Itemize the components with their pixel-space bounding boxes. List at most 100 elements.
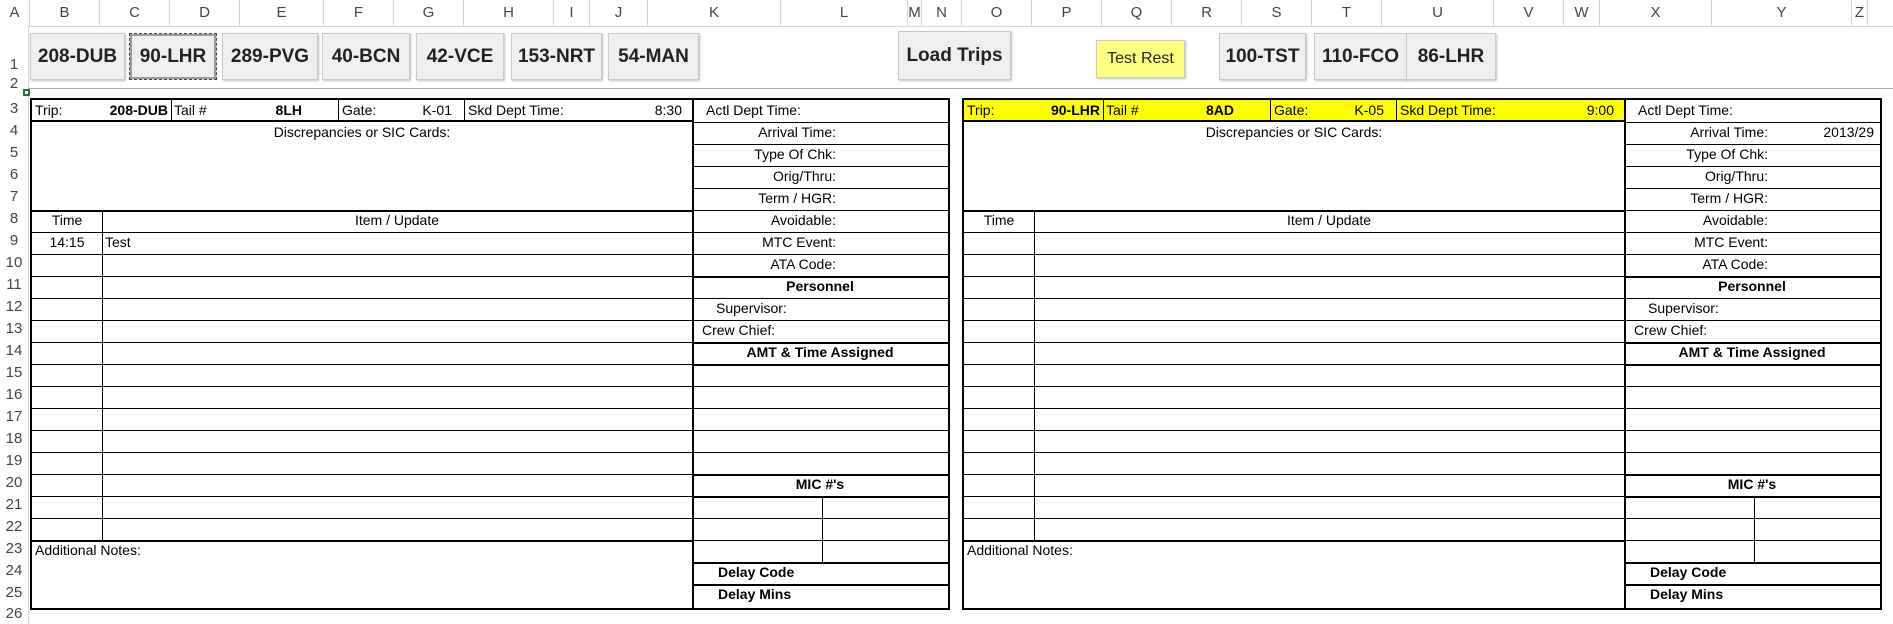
row-header-23[interactable]: 23 <box>0 538 28 560</box>
row-header-4[interactable]: 4 <box>0 120 28 142</box>
column-header-o[interactable]: O <box>962 0 1032 26</box>
trip-button-90-lhr[interactable]: 90-LHR <box>129 33 217 80</box>
column-header-r[interactable]: R <box>1172 0 1242 26</box>
item-update-header: Item / Update <box>354 212 440 228</box>
term-hgr-label: Term / HGR: <box>758 190 836 206</box>
row-header-20[interactable]: 20 <box>0 472 28 494</box>
trip-button-100-tst[interactable]: 100-TST <box>1219 33 1306 80</box>
column-header-z[interactable]: Z <box>1852 0 1868 26</box>
grid-line <box>1624 408 1880 409</box>
row-header-3[interactable]: 3 <box>0 98 28 120</box>
column-header-g[interactable]: G <box>394 0 464 26</box>
time-header: Time <box>51 212 83 228</box>
grid-line <box>964 276 1624 277</box>
test-rest-button[interactable]: Test Rest <box>1096 40 1185 78</box>
column-header-s[interactable]: S <box>1242 0 1312 26</box>
row-header-13[interactable]: 13 <box>0 318 28 340</box>
row-header-5[interactable]: 5 <box>0 142 28 164</box>
grid-line <box>964 232 1624 233</box>
grid-line <box>1624 166 1880 167</box>
row-header-17[interactable]: 17 <box>0 406 28 428</box>
row-header-21[interactable]: 21 <box>0 494 28 516</box>
row-header-11[interactable]: 11 <box>0 274 28 296</box>
arrival-time-label: Arrival Time: <box>758 124 836 140</box>
column-header-b[interactable]: B <box>30 0 100 26</box>
column-header-q[interactable]: Q <box>1102 0 1172 26</box>
row-header-19[interactable]: 19 <box>0 450 28 472</box>
column-header-a[interactable]: A <box>0 0 30 26</box>
grid-line <box>964 298 1624 299</box>
skd-label: Skd Dept Time: <box>1400 102 1496 118</box>
header-separator <box>28 88 1893 89</box>
discrepancies-label: Discrepancies or SIC Cards: <box>273 124 451 140</box>
entry-time: 14:15 <box>49 234 85 250</box>
row-header-25[interactable]: 25 <box>0 582 28 604</box>
load-trips-button[interactable]: Load Trips <box>898 31 1011 80</box>
row-header-6[interactable]: 6 <box>0 164 28 186</box>
row-header-8[interactable]: 8 <box>0 208 28 230</box>
mtc-event-label: MTC Event: <box>762 234 836 250</box>
row-header-14[interactable]: 14 <box>0 340 28 362</box>
trip-button-54-man[interactable]: 54-MAN <box>608 33 699 80</box>
tail-label: Tail # <box>1106 102 1139 118</box>
row-header-1[interactable]: 1 <box>0 26 28 73</box>
grid-line <box>692 540 948 541</box>
column-header-l[interactable]: L <box>781 0 908 26</box>
actl-dept-time-label: Actl Dept Time: <box>706 102 801 118</box>
row-header-22[interactable]: 22 <box>0 516 28 538</box>
time-header: Time <box>983 212 1015 228</box>
trip-button-153-nrt[interactable]: 153-NRT <box>511 33 602 80</box>
trip-button-42-vce[interactable]: 42-VCE <box>416 33 504 80</box>
grid-line <box>964 474 1624 475</box>
trip-button-289-pvg[interactable]: 289-PVG <box>222 33 318 80</box>
column-header-k[interactable]: K <box>648 0 781 26</box>
column-header-e[interactable]: E <box>240 0 324 26</box>
trip-button-40-bcn[interactable]: 40-BCN <box>322 33 410 80</box>
grid-line <box>964 496 1624 497</box>
grid-line <box>32 496 692 497</box>
row-header-24[interactable]: 24 <box>0 560 28 582</box>
avoidable-label: Avoidable: <box>770 212 836 228</box>
row-header-16[interactable]: 16 <box>0 384 28 406</box>
grid-line <box>32 518 692 519</box>
row-header-9[interactable]: 9 <box>0 230 28 252</box>
column-header-d[interactable]: D <box>170 0 240 26</box>
avoidable-label: Avoidable: <box>1702 212 1768 228</box>
term-hgr-label: Term / HGR: <box>1690 190 1768 206</box>
grid-line <box>1624 364 1880 366</box>
column-header-i[interactable]: I <box>554 0 590 26</box>
row-header-7[interactable]: 7 <box>0 186 28 208</box>
row-header-26[interactable]: 26 <box>0 604 28 624</box>
row-header-18[interactable]: 18 <box>0 428 28 450</box>
column-header-y[interactable]: Y <box>1712 0 1852 26</box>
trip-button-110-fco[interactable]: 110-FCO <box>1314 33 1407 80</box>
grid-line <box>464 100 465 120</box>
grid-line <box>1624 144 1880 145</box>
ata-code-label: ATA Code: <box>1702 256 1768 272</box>
column-header-v[interactable]: V <box>1494 0 1564 26</box>
column-header-f[interactable]: F <box>324 0 394 26</box>
amt-time-assigned-header: AMT & Time Assigned <box>1678 344 1826 360</box>
column-header-w[interactable]: W <box>1564 0 1600 26</box>
column-header-u[interactable]: U <box>1382 0 1494 26</box>
column-header-j[interactable]: J <box>590 0 648 26</box>
trip-form-left: Trip: 208-DUB Tail # 8LH Gate: K-01 Skd Dept T… <box>30 98 950 610</box>
column-header-t[interactable]: T <box>1312 0 1382 26</box>
grid-line <box>32 364 692 365</box>
grid-line <box>692 188 948 189</box>
skd-value: 8:30 <box>654 102 682 118</box>
column-header-c[interactable]: C <box>100 0 170 26</box>
column-header-h[interactable]: H <box>464 0 554 26</box>
column-header-m[interactable]: M <box>908 0 922 26</box>
row-header-10[interactable]: 10 <box>0 252 28 274</box>
discrepancies-label: Discrepancies or SIC Cards: <box>1205 124 1383 140</box>
delay-mins-label: Delay Mins <box>1650 586 1724 602</box>
trip-button-208-dub[interactable]: 208-DUB <box>30 33 125 80</box>
grid-line <box>32 386 692 387</box>
row-header-15[interactable]: 15 <box>0 362 28 384</box>
column-header-x[interactable]: X <box>1600 0 1712 26</box>
column-header-n[interactable]: N <box>922 0 962 26</box>
column-header-p[interactable]: P <box>1032 0 1102 26</box>
trip-button-86-lhr[interactable]: 86-LHR <box>1406 33 1496 80</box>
row-header-12[interactable]: 12 <box>0 296 28 318</box>
